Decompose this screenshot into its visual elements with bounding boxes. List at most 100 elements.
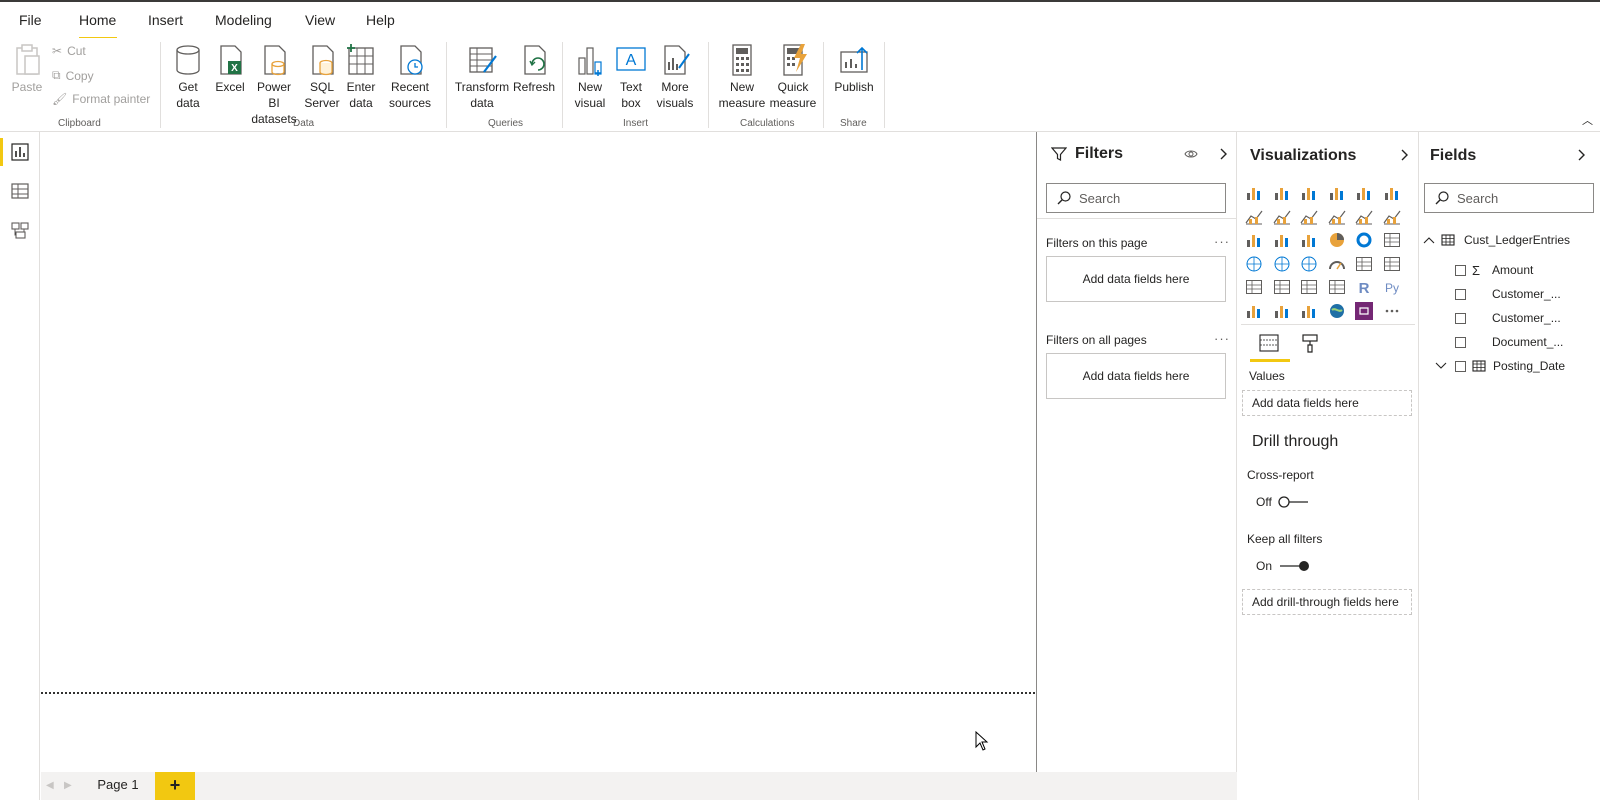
collapse-ribbon-chevron-icon[interactable]: ︿ (1582, 112, 1593, 128)
report-canvas[interactable] (41, 132, 1037, 772)
new-visual-button[interactable]: New visual (572, 42, 608, 111)
new-measure-button[interactable]: New measure (718, 42, 766, 111)
field-item-document[interactable]: Document_... (1455, 332, 1563, 352)
field-checkbox[interactable] (1455, 360, 1466, 372)
more-visuals-button[interactable]: More visuals (652, 42, 698, 111)
field-checkbox[interactable] (1455, 336, 1466, 348)
field-item-posting-date[interactable]: Posting_Date (1435, 356, 1565, 376)
data-view-icon[interactable] (10, 181, 30, 201)
ribbon-chart-icon[interactable] (1383, 208, 1401, 226)
expand-chevron-down-icon[interactable] (1435, 361, 1447, 371)
map-visual-icon[interactable] (1245, 255, 1263, 273)
cross-report-toggle[interactable]: Off (1256, 495, 1310, 509)
model-view-icon[interactable] (10, 220, 30, 240)
line-and-clustered-column-chart-icon[interactable] (1355, 208, 1373, 226)
filters-all-pages-more-icon[interactable]: ··· (1214, 331, 1230, 346)
line-chart-icon[interactable] (1245, 208, 1263, 226)
python-visual-icon[interactable]: Py (1383, 278, 1401, 296)
stacked-bar-chart-icon[interactable] (1245, 184, 1263, 202)
qa-visual-icon[interactable] (1300, 302, 1318, 320)
100-stacked-column-chart-icon[interactable] (1383, 184, 1401, 202)
transform-data-button[interactable]: Transform data (454, 42, 510, 111)
values-drop-well[interactable]: Add data fields here (1242, 390, 1412, 416)
eye-icon[interactable] (1184, 148, 1198, 160)
tab-help[interactable]: Help (366, 12, 395, 28)
field-item-amount[interactable]: Σ Amount (1455, 260, 1533, 280)
filters-page-drop-well[interactable]: Add data fields here (1046, 256, 1226, 302)
format-painter-button[interactable]: 🖌 Format painter (52, 92, 150, 106)
treemap-chart-icon[interactable] (1383, 231, 1401, 249)
enter-data-button[interactable]: Enter data (343, 42, 379, 111)
excel-button[interactable]: X Excel (212, 42, 248, 95)
publish-button[interactable]: Publish (832, 42, 876, 95)
power-apps-visual-icon[interactable] (1355, 302, 1373, 320)
100-stacked-bar-chart-icon[interactable] (1355, 184, 1373, 202)
collapse-fields-chevron-icon[interactable] (1577, 149, 1587, 161)
drill-through-drop-well[interactable]: Add drill-through fields here (1242, 589, 1412, 615)
field-checkbox[interactable] (1455, 312, 1466, 324)
fields-search-input[interactable]: Search (1424, 183, 1594, 213)
shape-map-visual-icon[interactable] (1300, 255, 1318, 273)
arcgis-map-visual-icon[interactable] (1328, 302, 1346, 320)
stacked-column-chart-icon[interactable] (1273, 184, 1291, 202)
area-chart-icon[interactable] (1273, 208, 1291, 226)
donut-chart-icon[interactable] (1355, 231, 1373, 249)
cut-button[interactable]: ✂ Cut (52, 44, 86, 58)
tab-file[interactable]: File (19, 12, 42, 28)
line-and-stacked-column-chart-icon[interactable] (1328, 208, 1346, 226)
paste-button[interactable]: Paste (9, 42, 45, 95)
more-visuals-icon[interactable] (1383, 302, 1401, 320)
slicer-visual-icon[interactable] (1273, 278, 1291, 296)
refresh-button[interactable]: Refresh (512, 42, 556, 95)
keep-all-filters-toggle[interactable]: On (1256, 559, 1310, 573)
quick-measure-button[interactable]: Quick measure (769, 42, 817, 111)
decomposition-tree-visual-icon[interactable] (1273, 302, 1291, 320)
tab-insert[interactable]: Insert (148, 12, 183, 28)
fields-well-tab-icon[interactable] (1258, 333, 1280, 353)
r-script-visual-icon[interactable]: R (1355, 278, 1373, 296)
key-influencers-visual-icon[interactable] (1245, 302, 1263, 320)
field-item-customer-2[interactable]: Customer_... (1455, 308, 1561, 328)
gauge-visual-icon[interactable] (1328, 255, 1346, 273)
clustered-bar-chart-icon[interactable] (1300, 184, 1318, 202)
filters-search-input[interactable]: Search (1046, 183, 1226, 213)
add-page-button[interactable]: + (155, 772, 195, 800)
card-visual-icon[interactable] (1355, 255, 1373, 273)
prev-page-chevron-icon[interactable]: ◀ (46, 780, 54, 791)
text-box-button[interactable]: A Text box (613, 42, 649, 111)
field-checkbox[interactable] (1455, 264, 1466, 276)
filled-map-visual-icon[interactable] (1273, 255, 1291, 273)
get-data-button[interactable]: Get data (170, 42, 206, 111)
field-table-cust-ledger-entries[interactable]: Cust_LedgerEntries (1423, 230, 1570, 250)
filters-page-more-icon[interactable]: ··· (1214, 234, 1230, 249)
clustered-column-chart-icon[interactable] (1328, 184, 1346, 202)
field-item-customer-1[interactable]: Customer_... (1455, 284, 1561, 304)
sql-server-button[interactable]: SQL Server (304, 42, 340, 111)
stacked-area-chart-icon[interactable] (1300, 208, 1318, 226)
pie-chart-icon[interactable] (1328, 231, 1346, 249)
collapse-chevron-up-icon[interactable] (1423, 235, 1435, 245)
tab-home[interactable]: Home (79, 12, 116, 28)
filters-all-pages-drop-well[interactable]: Add data fields here (1046, 353, 1226, 399)
power-bi-datasets-button[interactable]: Power BI datasets (250, 42, 298, 127)
copy-button[interactable]: ⧉ Copy (52, 68, 94, 83)
next-page-chevron-icon[interactable]: ▶ (64, 780, 72, 791)
format-paint-roller-icon[interactable] (1301, 333, 1319, 353)
kpi-visual-icon[interactable] (1245, 278, 1263, 296)
active-view-indicator (0, 138, 3, 166)
recent-sources-button[interactable]: Recent sources (382, 42, 438, 111)
collapse-visualizations-chevron-icon[interactable] (1400, 149, 1410, 161)
tab-view[interactable]: View (305, 12, 335, 28)
matrix-visual-icon[interactable] (1328, 278, 1346, 296)
visualizations-title: Visualizations (1250, 147, 1357, 164)
waterfall-chart-icon[interactable] (1245, 231, 1263, 249)
tab-modeling[interactable]: Modeling (215, 12, 272, 28)
scatter-chart-icon[interactable] (1300, 231, 1318, 249)
report-view-icon[interactable] (10, 142, 30, 162)
funnel-chart-icon[interactable] (1273, 231, 1291, 249)
multi-row-card-visual-icon[interactable] (1383, 255, 1401, 273)
collapse-filters-chevron-icon[interactable] (1219, 148, 1229, 160)
table-visual-icon[interactable] (1300, 278, 1318, 296)
field-checkbox[interactable] (1455, 288, 1466, 300)
page-tab-page-1[interactable]: Page 1 (81, 772, 155, 800)
